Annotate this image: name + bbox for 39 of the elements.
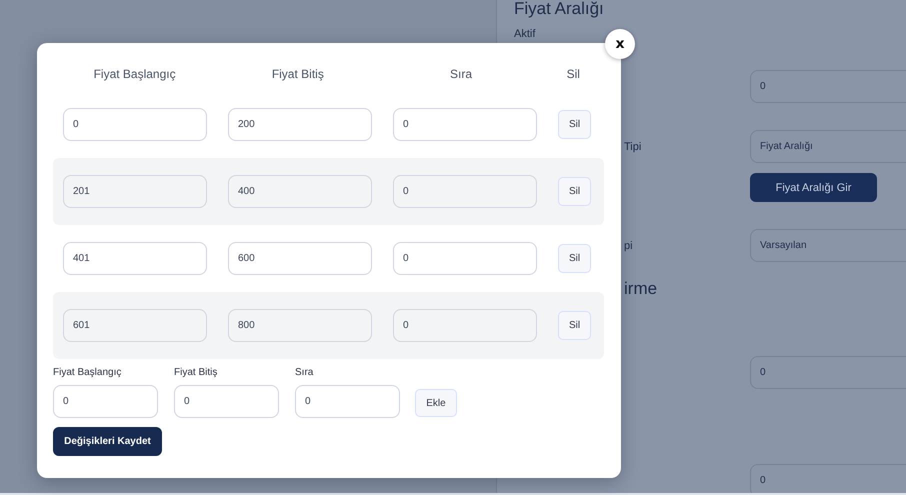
field-label: Tipi xyxy=(624,140,642,152)
field-label: Aktif xyxy=(514,28,536,40)
input-field[interactable]: 401 xyxy=(63,242,207,275)
delete-button[interactable]: Sil xyxy=(558,110,591,139)
input-field[interactable]: 0 xyxy=(53,385,158,418)
field-label: pi xyxy=(624,240,633,252)
column-header: Sıra xyxy=(449,67,474,81)
column-header: Fiyat Bitiş xyxy=(270,67,325,81)
field-label: Fiyat Başlangıç xyxy=(53,367,122,378)
input-field[interactable]: Fiyat Aralığı xyxy=(750,130,906,163)
input-field[interactable]: 200 xyxy=(228,108,372,141)
input-field[interactable]: 0 xyxy=(393,242,537,275)
section-heading: Fiyat Aralığı xyxy=(514,0,604,20)
price-range-button[interactable]: Fiyat Aralığı Gir xyxy=(750,173,877,202)
input-field[interactable]: 800 xyxy=(228,309,372,342)
delete-button[interactable]: Sil xyxy=(558,244,591,273)
input-field[interactable]: 0 xyxy=(750,70,906,103)
input-field[interactable]: Varsayılan xyxy=(750,229,906,262)
input-field[interactable]: 600 xyxy=(228,242,372,275)
input-field[interactable]: 0 xyxy=(393,108,537,141)
column-header: Sil xyxy=(566,67,581,81)
input-field[interactable]: 400 xyxy=(228,175,372,208)
add-button[interactable]: Ekle xyxy=(415,389,457,417)
delete-button[interactable]: Sil xyxy=(558,311,591,340)
input-field[interactable]: 0 xyxy=(295,385,400,418)
save-button[interactable]: Değişikleri Kaydet xyxy=(53,427,162,456)
column-header: Fiyat Başlangıç xyxy=(92,67,177,81)
field-label: Fiyat Bitiş xyxy=(174,367,218,378)
input-field[interactable]: 0 xyxy=(63,108,207,141)
delete-button[interactable]: Sil xyxy=(558,177,591,206)
input-field[interactable]: 0 xyxy=(393,175,537,208)
input-field[interactable]: 0 xyxy=(750,356,906,389)
input-field[interactable]: 0 xyxy=(750,464,906,493)
input-field[interactable]: 0 xyxy=(393,309,537,342)
input-field[interactable]: 201 xyxy=(63,175,207,208)
input-field[interactable]: 601 xyxy=(63,309,207,342)
input-field[interactable]: 0 xyxy=(174,385,279,418)
section-heading: irme xyxy=(624,278,658,300)
field-label: Sıra xyxy=(295,367,314,378)
